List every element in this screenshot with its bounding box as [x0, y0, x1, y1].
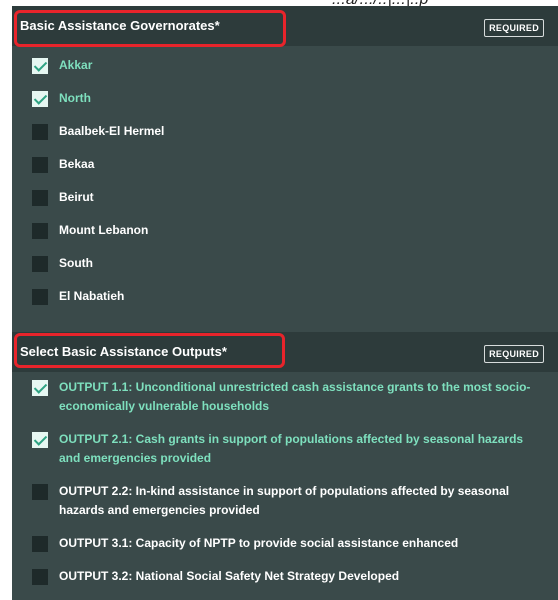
governorate-option-bekaa[interactable]: Bekaa — [32, 157, 94, 174]
option-label: Baalbek-El Hermel — [59, 124, 165, 138]
governorates-header: Basic Assistance Governorates* REQUIRED — [12, 6, 558, 46]
option-label: OUTPUT 1.1: Unconditional unrestricted c… — [59, 380, 531, 413]
governorate-option-south[interactable]: South — [32, 256, 93, 273]
output-option-2-1[interactable]: OUTPUT 2.1: Cash grants in support of po… — [32, 432, 539, 468]
checkbox[interactable] — [32, 58, 48, 74]
option-label: South — [59, 256, 93, 270]
governorate-option-mount-lebanon[interactable]: Mount Lebanon — [32, 223, 148, 240]
governorates-title: Basic Assistance Governorates* — [20, 18, 220, 33]
option-label: OUTPUT 3.1: Capacity of NPTP to provide … — [59, 536, 459, 550]
output-option-1-1[interactable]: OUTPUT 1.1: Unconditional unrestricted c… — [32, 380, 539, 416]
option-label: Mount Lebanon — [59, 223, 149, 237]
governorate-option-el-nabatieh[interactable]: El Nabatieh — [32, 289, 124, 306]
outputs-title: Select Basic Assistance Outputs* — [20, 344, 227, 359]
checkbox[interactable] — [32, 157, 48, 173]
required-badge: REQUIRED — [484, 19, 544, 37]
governorate-option-beirut[interactable]: Beirut — [32, 190, 94, 207]
checkbox[interactable] — [32, 432, 48, 448]
checkbox[interactable] — [32, 289, 48, 305]
option-label: Akkar — [59, 58, 93, 72]
checkbox[interactable] — [32, 91, 48, 107]
option-label: Beirut — [59, 190, 94, 204]
checkbox[interactable] — [32, 124, 48, 140]
checkbox[interactable] — [32, 223, 48, 239]
option-label: OUTPUT 2.2: In-kind assistance in suppor… — [59, 484, 510, 517]
checkbox[interactable] — [32, 569, 48, 585]
option-label: OUTPUT 2.1: Cash grants in support of po… — [59, 432, 524, 465]
checkbox[interactable] — [32, 190, 48, 206]
checkbox[interactable] — [32, 256, 48, 272]
output-option-3-2[interactable]: OUTPUT 3.2: National Social Safety Net S… — [32, 569, 539, 586]
checkbox[interactable] — [32, 536, 48, 552]
option-label: El Nabatieh — [59, 289, 125, 303]
output-option-3-1[interactable]: OUTPUT 3.1: Capacity of NPTP to provide … — [32, 536, 539, 553]
output-option-2-2[interactable]: OUTPUT 2.2: In-kind assistance in suppor… — [32, 484, 539, 520]
governorate-option-akkar[interactable]: Akkar — [32, 58, 92, 75]
outputs-header: Select Basic Assistance Outputs* REQUIRE… — [12, 332, 558, 372]
option-label: North — [59, 91, 91, 105]
required-badge: REQUIRED — [484, 345, 544, 363]
form-panel: Basic Assistance Governorates* REQUIRED … — [12, 6, 558, 600]
governorate-option-baalbek-el-hermel[interactable]: Baalbek-El Hermel — [32, 124, 164, 141]
governorate-option-north[interactable]: North — [32, 91, 91, 108]
checkbox[interactable] — [32, 380, 48, 396]
option-label: Bekaa — [59, 157, 95, 171]
checkbox[interactable] — [32, 484, 48, 500]
option-label: OUTPUT 3.2: National Social Safety Net S… — [59, 569, 400, 583]
